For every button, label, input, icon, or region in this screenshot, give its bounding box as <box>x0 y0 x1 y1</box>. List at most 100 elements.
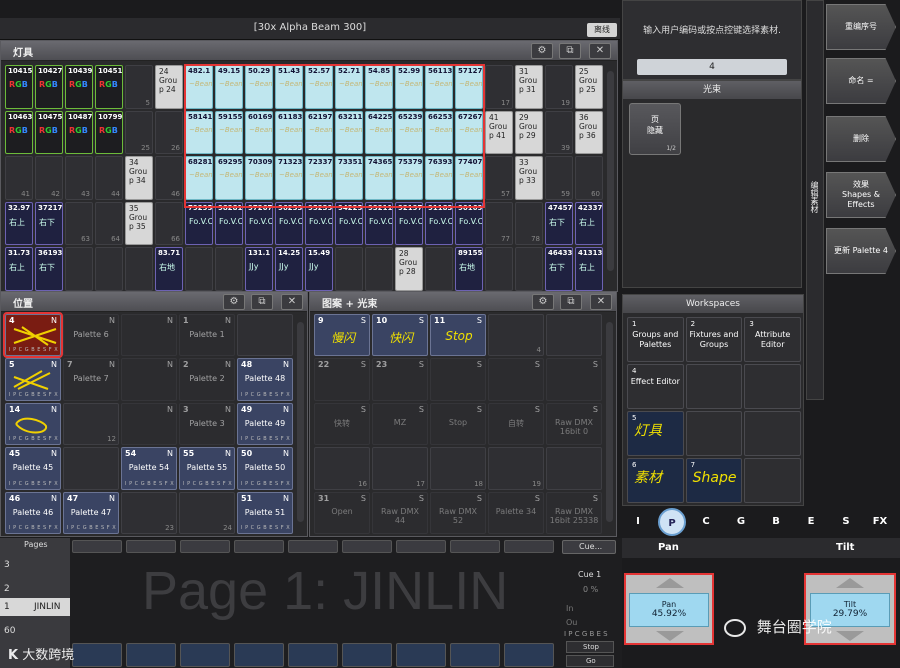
gobo-palette[interactable]: 23 S <box>372 358 428 401</box>
playback-fader[interactable] <box>288 643 338 667</box>
fixture-cell-empty[interactable]: 5 <box>125 65 153 109</box>
fixture-cell-empty[interactable]: 60 <box>575 156 603 200</box>
fixture-cell-empty[interactable] <box>95 247 123 291</box>
fixture-cell-position[interactable]: 37217 右下 <box>35 201 63 246</box>
fixture-cell-empty[interactable]: 19 <box>545 65 573 109</box>
fixture-cell-empty[interactable]: 66 <box>155 201 183 246</box>
fixture-cell-position[interactable]: 47457 右下 <box>545 201 573 246</box>
position-palette[interactable]: 46 N Palette 46 I P C G B E S F X <box>5 491 61 534</box>
workspace-button[interactable]: 2 Fixtures and Groups <box>685 317 743 362</box>
workspace-empty[interactable] <box>685 364 743 409</box>
gobo-palette[interactable]: S Stop <box>430 402 486 446</box>
fixture-cell-position[interactable]: 89155 右地 <box>455 247 483 291</box>
group-cell[interactable]: 35 Grou p 35 <box>125 201 153 246</box>
position-palette[interactable]: 47 N Palette 47 I P C G B E S F X <box>63 491 119 534</box>
fixture-cell-empty[interactable]: 25 <box>125 110 153 155</box>
fixture-cell-empty[interactable] <box>425 247 453 291</box>
attr-tab[interactable]: B <box>762 508 790 536</box>
group-cell[interactable]: 31 Grou p 31 <box>515 65 543 109</box>
close-icon[interactable]: ✕ <box>589 43 611 59</box>
workspace-button[interactable]: 1 Groups and Palettes <box>627 317 684 362</box>
playback-fader[interactable] <box>396 643 446 667</box>
stop-button[interactable]: Stop <box>566 641 614 653</box>
fixture-cell[interactable]: 10463 RGB <box>5 110 33 155</box>
fixture-cell[interactable]: 10487 RGB <box>65 110 93 155</box>
position-palette[interactable]: 48 N Palette 48 I P C G B E S F X <box>237 358 293 401</box>
workspace-empty[interactable] <box>744 411 801 456</box>
palette-cell-empty[interactable]: 17 <box>372 447 428 490</box>
playback-slot[interactable] <box>396 540 446 553</box>
gobo-palette[interactable]: 31 S Open <box>314 491 370 534</box>
group-cell[interactable]: 34 Grou p 34 <box>125 156 153 200</box>
group-cell[interactable]: 29 Grou p 29 <box>515 110 543 155</box>
fixture-cell[interactable]: 10415 RGB <box>5 65 33 109</box>
fixture-cell[interactable]: 10439 RGB <box>65 65 93 109</box>
fixture-cell-position[interactable]: 92197 Fo.V.C <box>395 201 423 246</box>
gobo-palette[interactable]: S MZ <box>372 402 428 446</box>
fixture-cell-position[interactable]: 14.25 JJy <box>275 247 303 291</box>
position-palette[interactable]: 1 N Palette 1 <box>179 314 235 357</box>
fixture-cell-empty[interactable]: 42 <box>35 156 63 200</box>
position-palette[interactable]: 49 N Palette 49 I P C G B E S F X <box>237 402 293 446</box>
position-palette[interactable]: 2 N Palette 2 <box>179 358 235 401</box>
attr-tab[interactable]: P <box>658 508 686 536</box>
palette-cell-empty[interactable] <box>546 447 602 490</box>
position-palette[interactable]: 4 N I P C G B E S F X <box>3 311 63 359</box>
position-palette[interactable]: 51 N Palette 51 I P C G B E S F X <box>237 491 293 534</box>
resize-icon[interactable]: ⧉ <box>559 43 581 59</box>
fixture-cell-empty[interactable]: 46 <box>155 156 183 200</box>
fixture-cell-empty[interactable]: 77 <box>485 201 513 246</box>
position-palette[interactable]: 55 N Palette 55 I P C G B E S F X <box>179 447 235 490</box>
offline-badge[interactable]: 离线 <box>587 23 617 37</box>
position-palette[interactable]: N <box>121 402 177 446</box>
page-item-2[interactable]: 2 <box>4 584 10 594</box>
position-palette[interactable]: 5 N I P C G B E S F X <box>5 358 61 401</box>
page-item-3[interactable]: 3 <box>4 560 10 570</box>
chevron-up-icon[interactable] <box>836 578 864 588</box>
palette-cell-empty[interactable]: 16 <box>314 447 370 490</box>
chevron-down-icon[interactable] <box>656 631 684 641</box>
gobo-palette[interactable]: 9 S 慢闪 <box>314 314 370 357</box>
position-palette[interactable]: 54 N Palette 54 I P C G B E S F X <box>121 447 177 490</box>
fixture-cell-empty[interactable]: 39 <box>545 110 573 155</box>
fixture-cell-position[interactable]: 15.49 JJy <box>305 247 333 291</box>
fixture-cell-empty[interactable]: 17 <box>485 65 513 109</box>
fixture-cell-empty[interactable] <box>485 247 513 291</box>
fixture-cell-empty[interactable] <box>365 247 393 291</box>
fixture-cell-position[interactable]: 95239 Fo.V.C <box>305 201 333 246</box>
fixtures-scrollbar[interactable] <box>607 71 614 271</box>
fixture-cell-position[interactable]: 79295 Fo.V.C <box>185 201 213 246</box>
fixture-cell-position[interactable]: 32.97 右上 <box>5 201 33 246</box>
fixture-cell-empty[interactable]: 43 <box>65 156 93 200</box>
palette-cell-empty[interactable]: 4 <box>488 314 544 357</box>
fixture-cell-position[interactable]: 94225 Fo.V.C <box>335 201 363 246</box>
workspace-button[interactable]: 3 Attribute Editor <box>744 317 801 362</box>
fixture-cell-position[interactable]: 46433 右下 <box>545 247 573 291</box>
fixture-cell-empty[interactable] <box>185 247 213 291</box>
playback-fader[interactable] <box>126 643 176 667</box>
gobo-palette[interactable]: S Palette 34 <box>488 491 544 534</box>
chevron-up-icon[interactable] <box>656 578 684 588</box>
fixture-cell-position[interactable]: 41313 右上 <box>575 247 603 291</box>
attr-tab[interactable]: FX <box>866 508 894 536</box>
attr-tab[interactable]: C <box>692 508 720 536</box>
fixture-cell-empty[interactable] <box>335 247 363 291</box>
gear-icon[interactable]: ⚙ <box>223 294 245 310</box>
playback-slot[interactable] <box>126 540 176 553</box>
playback-slot[interactable] <box>72 540 122 553</box>
fixture-cell-position[interactable]: 90169 Fo.V.C <box>455 201 483 246</box>
softkey-button[interactable]: 删除 <box>826 116 896 162</box>
fixture-cell-empty[interactable]: 63 <box>65 201 93 246</box>
workspace-button[interactable]: 5 灯具 <box>627 411 684 456</box>
playback-fader[interactable] <box>504 643 554 667</box>
close-icon[interactable]: ✕ <box>281 294 303 310</box>
group-cell[interactable]: 24 Grou p 24 <box>155 65 183 109</box>
playback-fader[interactable] <box>180 643 230 667</box>
softkey-button[interactable]: 命名 = <box>826 58 896 104</box>
playback-slot[interactable] <box>504 540 554 553</box>
playback-fader[interactable] <box>72 643 122 667</box>
page-item-1[interactable]: 1 JINLIN <box>0 598 70 616</box>
workspace-button[interactable]: 4 Effect Editor <box>627 364 684 409</box>
fixture-cell[interactable]: 10427 RGB <box>35 65 63 109</box>
position-palette[interactable]: 50 N Palette 50 I P C G B E S F X <box>237 447 293 490</box>
